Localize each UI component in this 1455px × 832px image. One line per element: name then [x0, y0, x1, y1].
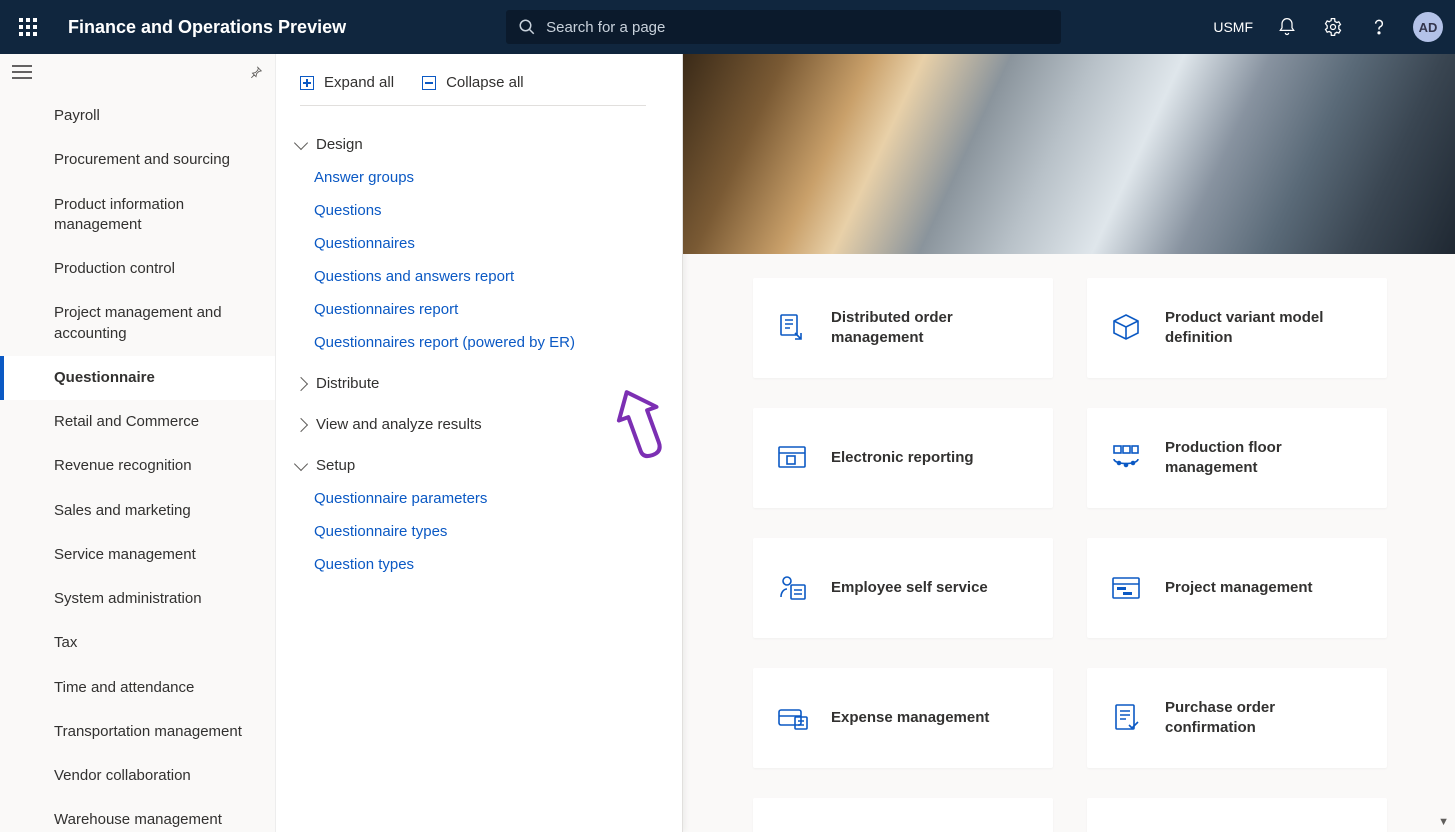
workspace-tile[interactable]: Purchase order preparation [1087, 798, 1387, 832]
nav-item-list: PayrollProcurement and sourcingProduct i… [0, 94, 275, 832]
left-nav: PayrollProcurement and sourcingProduct i… [0, 54, 276, 832]
tile-label: Project management [1165, 578, 1313, 598]
search-bar[interactable] [506, 10, 1061, 44]
flyout-section-header[interactable]: Distribute [276, 367, 682, 400]
pin-icon[interactable] [249, 65, 263, 84]
main-content: Distributed order management Product vari… [683, 54, 1455, 832]
flyout-link[interactable]: Questions [314, 194, 682, 227]
collapse-all-label: Collapse all [446, 74, 524, 91]
tile-label: Production floor management [1165, 438, 1365, 479]
notifications-icon[interactable] [1275, 15, 1299, 39]
collapse-icon [422, 76, 436, 90]
search-icon [518, 18, 536, 36]
chevron-right-icon [294, 417, 308, 431]
flyout-section-title: View and analyze results [316, 416, 482, 433]
topbar: Finance and Operations Preview USMF AD [0, 0, 1455, 54]
chevron-down-icon [294, 135, 308, 149]
flyout-section-title: Design [316, 136, 363, 153]
search-input[interactable] [546, 19, 1049, 36]
nav-item[interactable]: Retail and Commerce [0, 400, 275, 444]
avatar[interactable]: AD [1413, 12, 1443, 42]
nav-item[interactable]: Project management and accounting [0, 291, 275, 356]
nav-item[interactable]: Product information management [0, 183, 275, 248]
company-label[interactable]: USMF [1213, 19, 1253, 35]
tile-label: Expense management [831, 708, 989, 728]
submenu-flyout: Expand all Collapse all Design Answer gro… [276, 54, 683, 832]
expand-all-label: Expand all [324, 74, 394, 91]
cube-icon [1109, 311, 1143, 345]
expand-icon [300, 76, 314, 90]
tile-label: Product variant model definition [1165, 308, 1365, 349]
flyout-link[interactable]: Questions and answers report [314, 260, 682, 293]
project-icon [1109, 571, 1143, 605]
expand-all-button[interactable]: Expand all [300, 74, 394, 91]
workspace-tile[interactable]: Production floor management [1087, 408, 1387, 508]
help-icon[interactable] [1367, 15, 1391, 39]
floor-icon [1109, 441, 1143, 475]
waffle-icon[interactable] [12, 11, 44, 43]
nav-item[interactable]: Time and attendance [0, 666, 275, 710]
app-title: Finance and Operations Preview [68, 17, 346, 38]
nav-item[interactable]: Payroll [0, 94, 275, 138]
workspace-tile[interactable]: Feature management [753, 798, 1053, 832]
nav-item[interactable]: Transportation management [0, 710, 275, 754]
workspace-tile[interactable]: Purchase order confirmation [1087, 668, 1387, 768]
doc-send-icon [775, 311, 809, 345]
flyout-section-title: Distribute [316, 375, 379, 392]
nav-item[interactable]: Questionnaire [0, 356, 275, 400]
po-confirm-icon [1109, 701, 1143, 735]
workspace-tiles: Distributed order management Product vari… [753, 278, 1385, 832]
hamburger-icon[interactable] [12, 64, 32, 85]
flyout-link[interactable]: Questionnaires report (powered by ER) [314, 326, 682, 359]
collapse-all-button[interactable]: Collapse all [422, 74, 524, 91]
flyout-link[interactable]: Questionnaires report [314, 293, 682, 326]
flyout-section-title: Setup [316, 457, 355, 474]
nav-item[interactable]: Service management [0, 533, 275, 577]
nav-item[interactable]: Tax [0, 621, 275, 665]
scroll-down-indicator[interactable]: ▼ [1438, 816, 1449, 828]
self-icon [775, 571, 809, 605]
flyout-link[interactable]: Answer groups [314, 161, 682, 194]
flyout-section-header[interactable]: View and analyze results [276, 408, 682, 441]
expense-icon [775, 701, 809, 735]
flyout-link[interactable]: Questionnaire types [314, 515, 682, 548]
gear-icon[interactable] [1321, 15, 1345, 39]
tile-label: Electronic reporting [831, 448, 974, 468]
nav-item[interactable]: Production control [0, 247, 275, 291]
nav-item[interactable]: System administration [0, 577, 275, 621]
browser-doc-icon [775, 441, 809, 475]
nav-item[interactable]: Warehouse management [0, 798, 275, 832]
flyout-link[interactable]: Questionnaires [314, 227, 682, 260]
flyout-section-header[interactable]: Design [276, 128, 682, 161]
tile-label: Purchase order confirmation [1165, 698, 1365, 739]
workspace-tile[interactable]: Electronic reporting [753, 408, 1053, 508]
flyout-section-header[interactable]: Setup [276, 449, 682, 482]
flyout-link[interactable]: Question types [314, 548, 682, 581]
workspace-tile[interactable]: Expense management [753, 668, 1053, 768]
tile-label: Distributed order management [831, 308, 1031, 349]
tile-label: Employee self service [831, 578, 988, 598]
workspace-tile[interactable]: Project management [1087, 538, 1387, 638]
chevron-down-icon [294, 456, 308, 470]
nav-item[interactable]: Revenue recognition [0, 444, 275, 488]
flyout-link[interactable]: Questionnaire parameters [314, 482, 682, 515]
nav-item[interactable]: Procurement and sourcing [0, 138, 275, 182]
banner-image [683, 54, 1455, 254]
workspace-tile[interactable]: Product variant model definition [1087, 278, 1387, 378]
nav-item[interactable]: Sales and marketing [0, 489, 275, 533]
workspace-tile[interactable]: Distributed order management [753, 278, 1053, 378]
chevron-right-icon [294, 376, 308, 390]
nav-item[interactable]: Vendor collaboration [0, 754, 275, 798]
workspace-tile[interactable]: Employee self service [753, 538, 1053, 638]
